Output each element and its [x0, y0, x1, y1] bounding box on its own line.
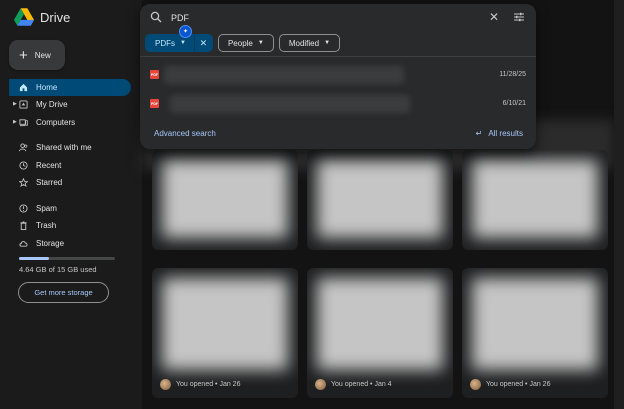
- sidebar-item-recent[interactable]: Recent: [0, 157, 142, 175]
- sidebar-item-label: Home: [36, 83, 58, 92]
- divider: [140, 56, 536, 57]
- sidebar-item-label: Computers: [36, 117, 76, 127]
- avatar: [470, 379, 481, 390]
- plus-icon: +: [19, 46, 28, 64]
- file-card[interactable]: You opened • Jan 26: [462, 268, 608, 398]
- drive-logo-icon: [14, 8, 34, 26]
- clear-search-icon[interactable]: ✕: [489, 11, 499, 23]
- chip-label: Modified: [288, 38, 320, 48]
- pdf-file-icon: PDF: [150, 70, 159, 79]
- drive-icon: [19, 100, 28, 109]
- remove-filter-icon[interactable]: ✕: [193, 34, 212, 52]
- sidebar-item-label: My Drive: [36, 100, 68, 110]
- drive-window: Drive + New Home ▶ My Drive ▶ Computers …: [0, 0, 624, 409]
- search-input[interactable]: [171, 10, 471, 26]
- chevron-down-icon: ▼: [257, 40, 264, 46]
- search-bar: ✕: [140, 4, 536, 32]
- chip-modified[interactable]: Modified ▼: [278, 34, 341, 52]
- sidebar-item-label: Storage: [36, 238, 65, 248]
- chip-people[interactable]: People ▼: [217, 34, 274, 52]
- sidebar-item-shared[interactable]: Shared with me: [0, 139, 142, 157]
- all-results-link[interactable]: ↵ All results: [476, 129, 523, 138]
- people-icon: [19, 143, 28, 152]
- sidebar-item-label: Recent: [36, 160, 62, 170]
- file-preview: [317, 160, 443, 238]
- pdf-file-icon: PDF: [150, 99, 159, 108]
- file-card[interactable]: You opened • Jan 4: [307, 268, 453, 398]
- file-opened-text: You opened • Jan 4: [331, 381, 392, 388]
- file-card[interactable]: You opened • Jan 26: [152, 268, 298, 398]
- file-card[interactable]: [307, 150, 453, 250]
- sidebar-item-label: Spam: [36, 203, 57, 213]
- search-result-row[interactable]: PDF 6/10/21: [140, 91, 536, 117]
- sidebar-item-starred[interactable]: Starred: [0, 174, 142, 192]
- chip-label: PDFs: [155, 38, 175, 48]
- storage-used-text: 4.64 GB of 15 GB used: [19, 265, 97, 274]
- chip-pdfs[interactable]: PDFs ▼ ✕: [145, 34, 213, 52]
- search-result-row[interactable]: PDF 11/28/25: [140, 62, 536, 88]
- file-opened-text: You opened • Jan 26: [176, 381, 241, 388]
- sidebar-nav: Home ▶ My Drive ▶ Computers Shared with …: [0, 79, 142, 252]
- sidebar-item-storage[interactable]: Storage: [0, 235, 142, 253]
- search-icon[interactable]: [150, 11, 162, 23]
- sidebar-item-label: Starred: [36, 178, 63, 188]
- sidebar-item-home[interactable]: Home: [9, 79, 131, 96]
- pointer-cursor-icon: ✦: [180, 26, 191, 37]
- sidebar-item-trash[interactable]: Trash: [0, 217, 142, 235]
- scrollbar-track[interactable]: [614, 0, 624, 409]
- result-name-redacted: [164, 66, 404, 84]
- file-card[interactable]: [152, 150, 298, 250]
- new-button[interactable]: + New: [9, 40, 65, 70]
- app-title: Drive: [40, 9, 71, 25]
- caret-right-icon[interactable]: ▶: [13, 101, 17, 107]
- enter-arrow-icon: ↵: [475, 129, 483, 138]
- file-preview: [162, 278, 288, 370]
- chip-label: People: [227, 38, 253, 48]
- file-card-footer: You opened • Jan 26: [470, 379, 550, 390]
- file-preview: [472, 278, 598, 370]
- sidebar-item-label: Trash: [36, 221, 57, 231]
- cloud-icon: [19, 239, 28, 248]
- trash-icon: [19, 221, 28, 231]
- search-options-icon[interactable]: [513, 11, 525, 23]
- file-preview: [317, 278, 443, 370]
- star-icon: [19, 178, 28, 188]
- file-card[interactable]: [462, 150, 608, 250]
- result-date: 11/28/25: [499, 71, 526, 78]
- avatar: [160, 379, 171, 390]
- home-icon: [19, 83, 28, 92]
- chevron-down-icon: ▼: [180, 40, 186, 46]
- sidebar-item-my-drive[interactable]: ▶ My Drive: [0, 96, 142, 114]
- sidebar-item-computers[interactable]: ▶ Computers: [0, 114, 142, 132]
- spam-icon: [19, 204, 28, 213]
- search-panel: ✕ PDFs ▼ ✕ People ▼ Modified ▼ ✦: [140, 4, 536, 149]
- file-opened-text: You opened • Jan 26: [486, 381, 551, 388]
- sidebar-item-spam[interactable]: Spam: [0, 200, 142, 218]
- chevron-down-icon: ▼: [324, 40, 331, 46]
- caret-right-icon[interactable]: ▶: [13, 119, 17, 125]
- drive-logo[interactable]: Drive: [14, 8, 70, 26]
- result-date: 6/10/21: [502, 100, 526, 107]
- computer-icon: [19, 118, 28, 127]
- result-name-redacted: [170, 95, 410, 113]
- storage-bar-fill: [19, 257, 49, 260]
- advanced-search-link[interactable]: Advanced search: [154, 129, 216, 138]
- new-button-label: New: [34, 50, 51, 60]
- file-card-footer: You opened • Jan 26: [160, 379, 240, 390]
- clock-icon: [19, 161, 28, 170]
- filter-chips: PDFs ▼ ✕ People ▼ Modified ▼: [145, 34, 341, 52]
- get-more-storage-button[interactable]: Get more storage: [18, 282, 109, 303]
- sidebar: Drive + New Home ▶ My Drive ▶ Computers …: [0, 0, 142, 409]
- file-card-footer: You opened • Jan 4: [315, 379, 392, 390]
- all-results-label: All results: [488, 129, 523, 138]
- file-preview: [472, 160, 598, 238]
- sidebar-item-label: Shared with me: [36, 143, 92, 153]
- file-preview: [162, 160, 288, 238]
- avatar: [315, 379, 326, 390]
- storage-bar: [19, 257, 115, 260]
